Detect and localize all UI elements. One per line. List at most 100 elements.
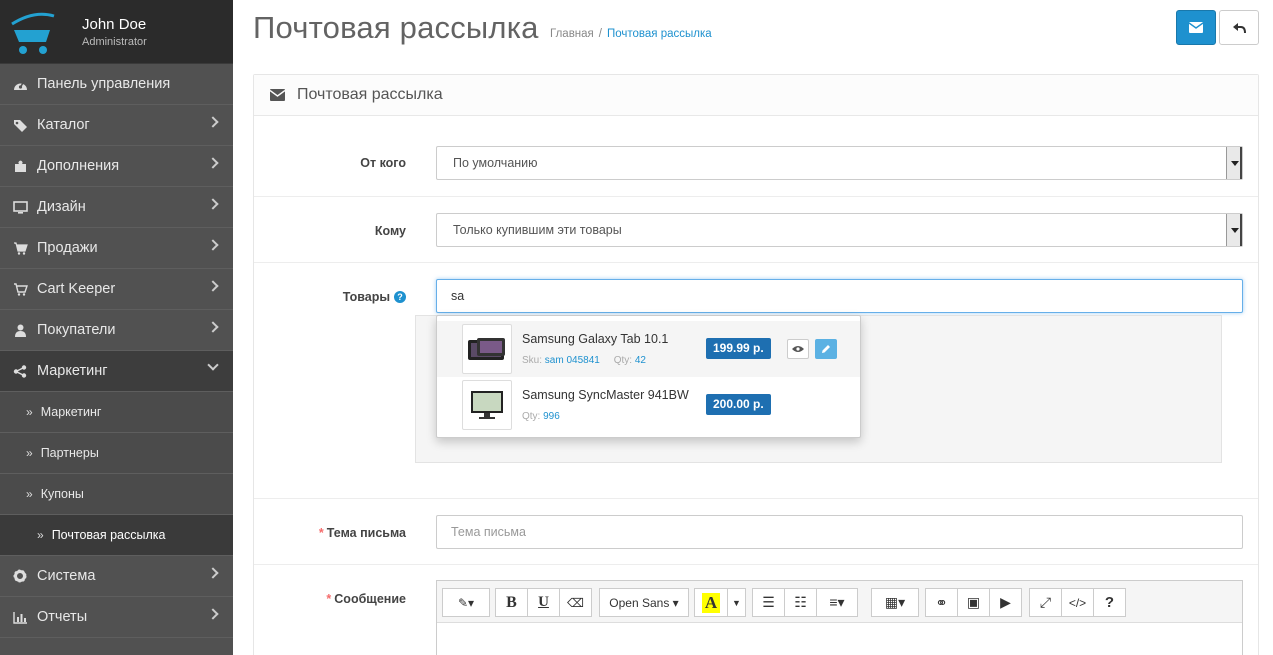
autocomplete-item[interactable]: Samsung SyncMaster 941BW Qty: 996 200.00… <box>437 377 860 433</box>
double-chevron-icon: » <box>26 446 33 460</box>
nav-item-sales[interactable]: Продажи <box>0 228 233 269</box>
user-name: John Doe <box>82 16 147 33</box>
nav-label: Дизайн <box>37 199 86 215</box>
from-label: От кого <box>360 156 406 170</box>
sidebar: John Doe Administrator Панель управления… <box>0 0 233 655</box>
eraser-button[interactable]: ⌫ <box>559 588 592 617</box>
sku-value: sam 045841 <box>544 355 600 366</box>
text-color-button[interactable]: A <box>694 588 728 617</box>
nav-label: Отчеты <box>37 609 88 625</box>
nav-label: Маркетинг <box>37 363 108 379</box>
chevron-right-icon <box>207 567 219 579</box>
paragraph-button[interactable]: ≡▾ <box>816 588 858 617</box>
to-select[interactable]: Только купившим эти товары <box>436 213 1243 247</box>
breadcrumb-current[interactable]: Почтовая рассылка <box>607 28 712 40</box>
subnav-item-affiliates[interactable]: » Партнеры <box>0 433 233 474</box>
nav-item-dashboard[interactable]: Панель управления <box>0 64 233 105</box>
pencil-icon <box>822 345 830 353</box>
link-button[interactable]: ⚭ <box>925 588 958 617</box>
price-badge: 199.99 р. <box>706 338 771 359</box>
products-label: Товары? <box>343 290 406 304</box>
share-icon <box>11 364 29 378</box>
double-chevron-icon: » <box>26 487 33 501</box>
from-select[interactable]: По умолчанию <box>436 146 1243 180</box>
help-button[interactable]: ? <box>1093 588 1126 617</box>
question-icon: ? <box>1104 594 1115 611</box>
qty-label: Qty: <box>613 355 633 366</box>
image-button[interactable]: ▣ <box>957 588 990 617</box>
autocomplete-item[interactable]: Samsung Galaxy Tab 10.1 Sku: sam 045841 … <box>437 321 860 377</box>
subnav-item-marketing[interactable]: » Маркетинг <box>0 392 233 433</box>
nav-item-system[interactable]: Система <box>0 556 233 597</box>
nav-item-customers[interactable]: Покупатели <box>0 310 233 351</box>
chevron-right-icon <box>207 116 219 128</box>
nav-item-reports[interactable]: Отчеты <box>0 597 233 638</box>
help-icon[interactable]: ? <box>394 291 406 303</box>
subnav-label: Купоны <box>40 487 84 501</box>
video-button[interactable]: ▶ <box>989 588 1022 617</box>
subnav-label: Партнеры <box>40 446 99 460</box>
table-icon: ▦▾ <box>884 594 906 610</box>
style-button[interactable]: ✎▾ <box>442 588 490 617</box>
message-label-text: Сообщение <box>334 592 406 606</box>
nav-item-marketing[interactable]: Маркетинг <box>0 351 233 392</box>
edit-button[interactable] <box>815 339 837 359</box>
nav-label: Система <box>37 568 96 584</box>
font-family-select[interactable]: Open Sans ▾ <box>599 588 689 617</box>
user-role: Administrator <box>82 36 147 48</box>
code-view-button[interactable]: </> <box>1061 588 1094 617</box>
table-button[interactable]: ▦▾ <box>871 588 919 617</box>
ordered-list-button[interactable]: ☷ <box>784 588 817 617</box>
subject-label-text: Тема письма <box>326 526 406 540</box>
reply-icon <box>1233 22 1246 33</box>
color-dropdown-button[interactable]: ▼ <box>727 588 746 617</box>
bold-button[interactable]: B <box>495 588 528 617</box>
ordered-list-icon: ☷ <box>794 594 807 610</box>
user-profile[interactable]: John Doe Administrator <box>0 0 233 64</box>
nav-item-extensions[interactable]: Дополнения <box>0 146 233 187</box>
form-row-to: Кому Только купившим эти товары <box>254 197 1258 263</box>
subnav-item-mail[interactable]: » Почтовая рассылка <box>0 515 233 556</box>
dropdown-arrow-icon[interactable] <box>1226 214 1242 246</box>
send-button[interactable] <box>1176 10 1216 45</box>
dashboard-icon <box>11 77 29 91</box>
products-label-text: Товары <box>342 290 390 304</box>
page-title: Почтовая рассылка <box>253 10 539 45</box>
nav-label: Панель управления <box>37 76 171 92</box>
form-row-from: От кого По умолчанию <box>254 116 1258 197</box>
chevron-right-icon <box>207 608 219 620</box>
bullet-list-button[interactable]: ☰ <box>752 588 785 617</box>
form-row-subject: * Тема письма Тема письма <box>254 499 1258 565</box>
product-name: Samsung SyncMaster 941BW <box>522 388 689 402</box>
breadcrumb-home[interactable]: Главная <box>550 28 594 40</box>
chevron-right-icon <box>207 239 219 251</box>
qty-value: 42 <box>634 355 646 366</box>
autocomplete-dropdown: Samsung Galaxy Tab 10.1 Sku: sam 045841 … <box>436 315 861 438</box>
back-button[interactable] <box>1219 10 1259 45</box>
subnav-item-coupons[interactable]: » Купоны <box>0 474 233 515</box>
subject-input[interactable]: Тема письма <box>436 515 1243 549</box>
nav-item-design[interactable]: Дизайн <box>0 187 233 228</box>
nav-label: Продажи <box>37 240 98 256</box>
subject-label: * Тема письма <box>319 526 406 540</box>
cart-icon <box>11 241 29 255</box>
products-input[interactable]: sa <box>436 279 1243 313</box>
text-color-icon: A <box>701 592 721 613</box>
code-icon: </> <box>1068 595 1087 610</box>
product-meta: Sku: sam 045841 Qty: 42 <box>522 355 646 366</box>
dropdown-arrow-icon[interactable] <box>1226 147 1242 179</box>
main-content: Почтовая рассылка Главная / Почтовая рассы… <box>233 0 1273 655</box>
nav-item-catalog[interactable]: Каталог <box>0 105 233 146</box>
view-button[interactable] <box>787 339 809 359</box>
chevron-right-icon <box>207 198 219 210</box>
underline-button[interactable]: U <box>527 588 560 617</box>
double-chevron-icon: » <box>37 528 44 542</box>
nav-item-cart-keeper[interactable]: Cart Keeper <box>0 269 233 310</box>
nav-label: Cart Keeper <box>37 281 116 297</box>
editor-toolbar: ✎▾ B U ⌫ Open Sans ▾ A ▼ ☰ ☷ ≡▾ ▦▾ ⚭ ▣ ▶… <box>437 581 1242 623</box>
message-editor[interactable]: ✎▾ B U ⌫ Open Sans ▾ A ▼ ☰ ☷ ≡▾ ▦▾ ⚭ ▣ ▶… <box>436 580 1243 655</box>
qty-label: Qty: <box>522 411 541 422</box>
chevron-down-icon <box>207 359 219 371</box>
fullscreen-button[interactable]: ⤢ <box>1029 588 1062 617</box>
product-thumbnail <box>462 324 512 374</box>
